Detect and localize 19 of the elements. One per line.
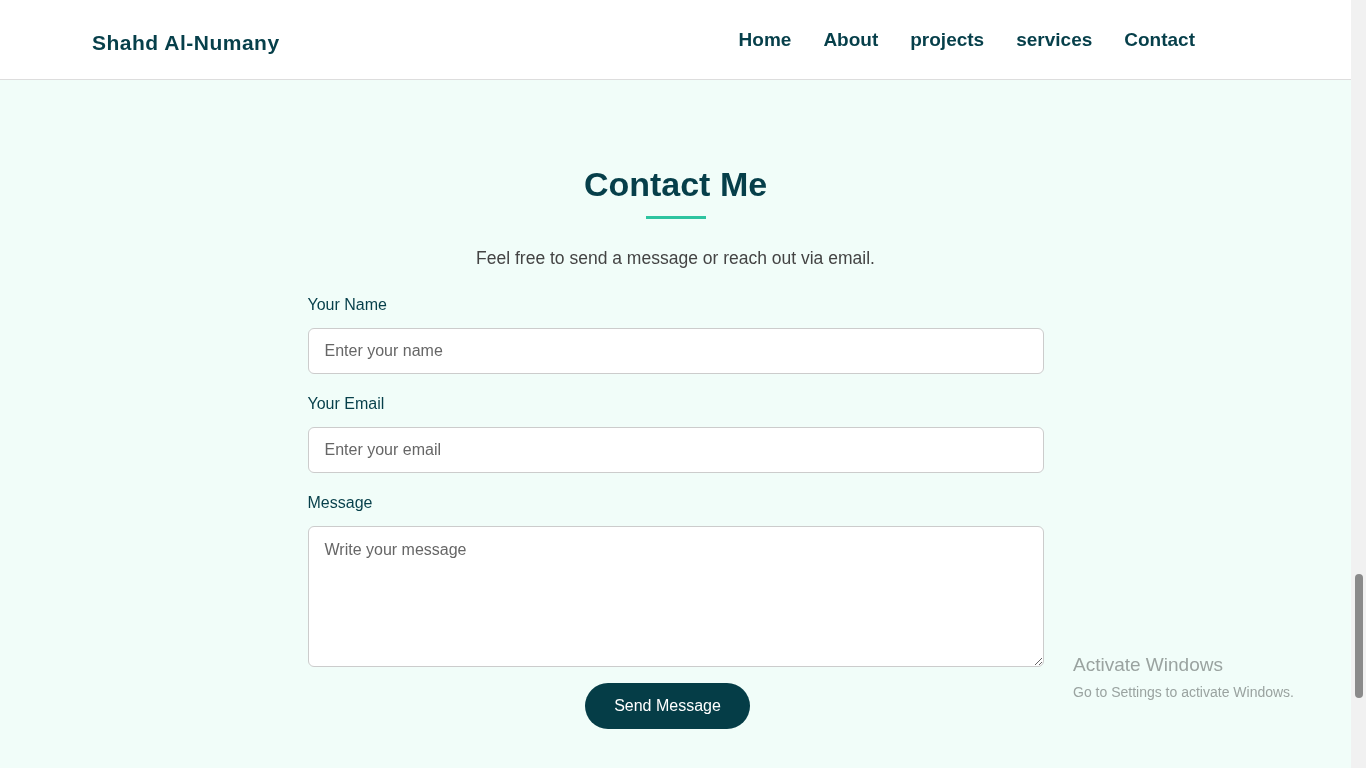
field-label: Your Name xyxy=(307,295,388,316)
title-underline xyxy=(645,216,706,219)
input-field[interactable]: Enter your name xyxy=(307,328,1044,375)
nav-link[interactable]: services xyxy=(1016,26,1093,55)
activation-text: Go to Settings to activate Windows. xyxy=(1073,682,1294,702)
message-field[interactable]: Write your message xyxy=(307,526,1044,668)
section-title: Contact Me xyxy=(583,164,768,205)
section-subtitle: Feel free to send a message or reach out via email. xyxy=(476,247,875,270)
send-button[interactable]: Send Message xyxy=(585,683,750,730)
nav-link[interactable]: Home xyxy=(738,26,792,55)
site-logo[interactable]: Shahd Al-Numany xyxy=(92,27,280,59)
field-label: Your Email xyxy=(307,394,386,415)
nav-link[interactable]: Contact xyxy=(1124,26,1195,55)
input-field[interactable]: Enter your email xyxy=(307,427,1044,474)
nav-link[interactable]: About xyxy=(823,26,879,55)
activation-title: Activate Windows xyxy=(1073,653,1224,677)
nav-link[interactable]: projects xyxy=(910,26,985,55)
scrollbar[interactable] xyxy=(1351,0,1366,768)
field-label: Message xyxy=(307,493,374,514)
